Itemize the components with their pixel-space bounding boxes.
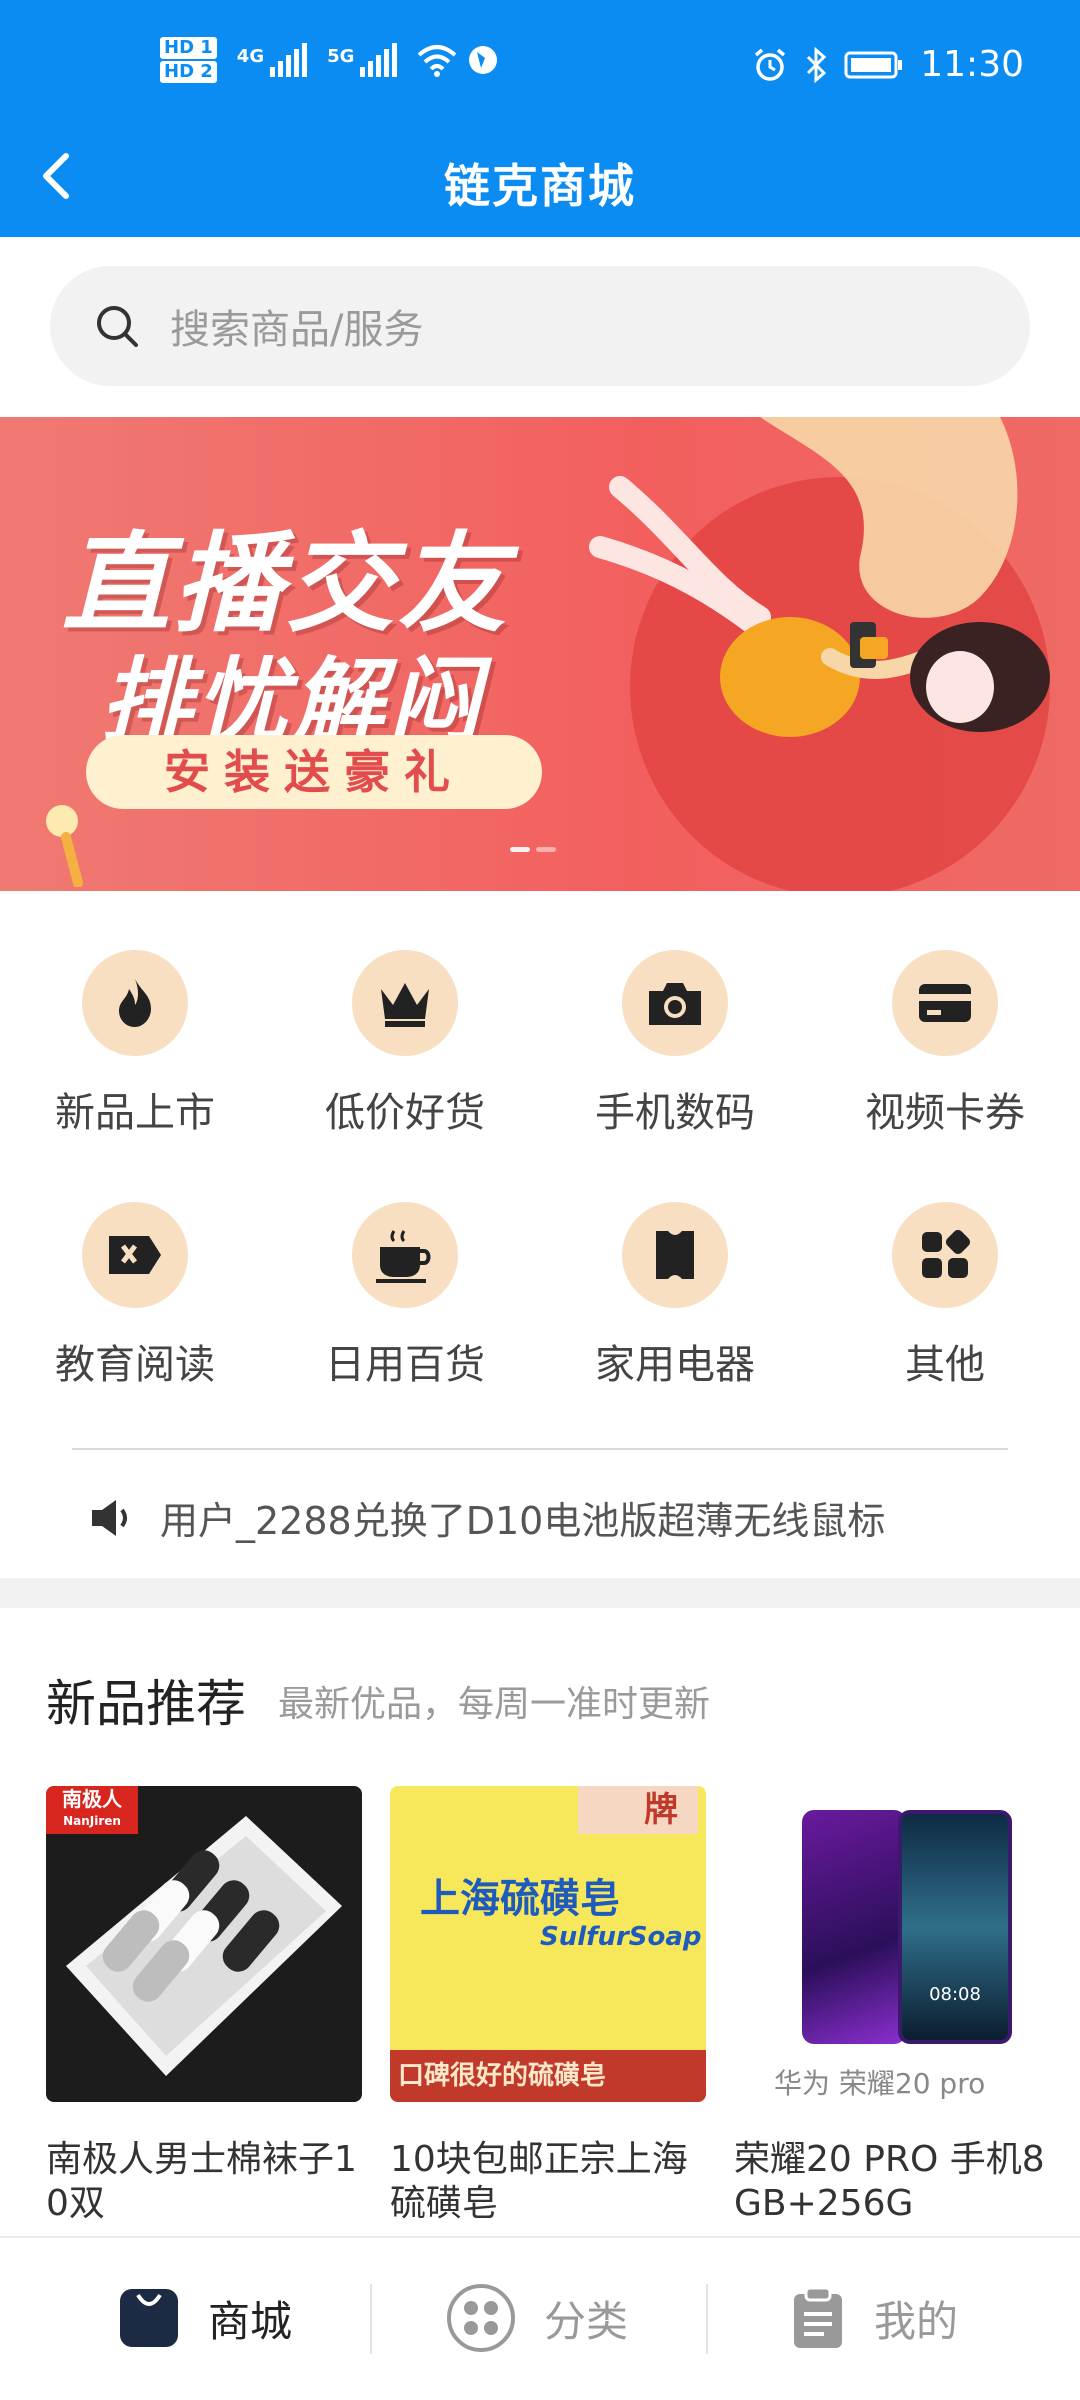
banner-dot: [536, 847, 556, 852]
socks-box-illustration: [66, 1816, 342, 2076]
category-label: 日用百货: [325, 1342, 485, 1388]
grid-icon: [892, 1202, 998, 1308]
tag-icon: [82, 1202, 188, 1308]
speaker-icon: [92, 1499, 127, 1536]
product-card[interactable]: 南极人 NanJiren 南极人男士棉袜子10双: [46, 1786, 362, 2226]
product-image: 08:08 华为 荣耀20 pro: [734, 1786, 1050, 2102]
category-new[interactable]: 新品上市: [0, 950, 270, 1138]
category-label: 其他: [905, 1342, 985, 1388]
camera-icon: [622, 950, 728, 1056]
signal-1-icon: [270, 43, 308, 77]
section-subtitle: 最新优品，每周一准时更新: [278, 1684, 711, 1725]
bag-icon: [120, 2289, 178, 2347]
section-title: 新品推荐: [46, 1675, 246, 1733]
cup-icon: [352, 1202, 458, 1308]
category-coupons[interactable]: 视频卡券: [810, 950, 1080, 1138]
promo-banner[interactable]: 直播交友 排忧解闷 安装送豪礼: [0, 417, 1080, 891]
category-digital[interactable]: 手机数码: [540, 950, 810, 1138]
announcement-text: 用户_2288兑换了D10电池版超薄无线鼠标: [160, 1499, 886, 1543]
title-bar: 链克商城: [0, 120, 1080, 237]
hd1-label: HD 1: [160, 37, 217, 59]
search-input[interactable]: 搜索商品/服务: [50, 266, 1030, 386]
hd-indicator: HD 1 HD 2: [160, 36, 217, 84]
header: HD 1 HD 2 4G 5G 11:30 链克商城: [0, 0, 1080, 237]
status-bar: HD 1 HD 2 4G 5G 11:30: [0, 0, 1080, 120]
category-daily[interactable]: 日用百货: [270, 1202, 540, 1390]
status-right: 11:30: [752, 44, 1024, 85]
banner-illustration: [589, 417, 1050, 737]
product-card[interactable]: 牌 上海硫磺皂 SulfurSoap 口碑很好的硫磺皂 10块包邮正宗上海硫磺皂: [390, 1786, 706, 2226]
network-type-2: 5G: [327, 46, 355, 67]
package-title: 上海硫磺皂: [420, 1876, 620, 1922]
bluetooth-icon: [807, 46, 827, 83]
tab-mine[interactable]: 我的: [790, 2278, 958, 2358]
fire-icon: [82, 950, 188, 1056]
package-en: SulfurSoap: [540, 1922, 702, 1952]
network-type-1: 4G: [236, 46, 265, 67]
tab-category[interactable]: 分类: [446, 2278, 628, 2358]
search-icon: [97, 306, 138, 347]
product-caption: 华为 荣耀20 pro: [774, 2067, 986, 2100]
category-icon: [447, 2284, 515, 2352]
announcement-bar[interactable]: 用户_2288兑换了D10电池版超薄无线鼠标: [88, 1490, 885, 1545]
battery-icon: [844, 51, 903, 78]
tab-separator: [706, 2284, 708, 2354]
banner-pagination: [510, 847, 556, 852]
hd2-label: HD 2: [160, 61, 217, 83]
signal-2-icon: [360, 43, 398, 77]
app-root: HD 1 HD 2 4G 5G 11:30 链克商城 搜索商品/服务 直播交友 …: [0, 0, 1080, 2400]
package-band: 口碑很好的硫磺皂: [390, 2050, 706, 2102]
tab-label: 商城: [208, 2296, 293, 2346]
product-name: 10块包邮正宗上海硫磺皂: [390, 2139, 688, 2224]
category-label: 视频卡券: [865, 1090, 1025, 1136]
product-image: 南极人 NanJiren: [46, 1786, 362, 2102]
tab-mall[interactable]: 商城: [118, 2278, 292, 2358]
card-icon: [892, 950, 998, 1056]
clipboard-icon: [794, 2286, 842, 2348]
alarm-icon: [755, 48, 786, 81]
tab-label: 我的: [874, 2296, 959, 2346]
package-tag: 牌: [578, 1786, 698, 1834]
product-name: 荣耀20 PRO 手机8GB+256G: [734, 2139, 1045, 2224]
category-label: 教育阅读: [55, 1342, 215, 1388]
section-separator: [0, 1578, 1080, 1608]
category-other[interactable]: 其他: [810, 1202, 1080, 1390]
category-label: 家用电器: [595, 1342, 755, 1388]
divider: [72, 1448, 1008, 1450]
bottom-nav: 商城 分类 我的: [0, 2236, 1080, 2400]
product-card[interactable]: 08:08 华为 荣耀20 pro 荣耀20 PRO 手机8GB+256G: [734, 1786, 1050, 2226]
status-left: HD 1 HD 2 4G 5G: [160, 36, 499, 84]
category-label: 低价好货: [325, 1090, 485, 1136]
category-bargain[interactable]: 低价好货: [270, 950, 540, 1138]
product-name: 南极人男士棉袜子10双: [46, 2139, 357, 2224]
category-label: 手机数码: [595, 1090, 755, 1136]
phone-time: 08:08: [929, 1984, 981, 2005]
tab-label: 分类: [544, 2296, 629, 2346]
banner-dot: [510, 847, 530, 852]
page-title: 链克商城: [444, 159, 636, 213]
tab-separator: [370, 2284, 372, 2354]
crown-icon: [352, 950, 458, 1056]
vpn-icon: [469, 46, 498, 74]
status-time: 11:30: [920, 44, 1024, 85]
banner-cta-button[interactable]: 安装送豪礼: [86, 735, 542, 809]
product-image: 牌 上海硫磺皂 SulfurSoap 口碑很好的硫磺皂: [390, 1786, 706, 2102]
category-education[interactable]: 教育阅读: [0, 1202, 270, 1390]
search-placeholder: 搜索商品/服务: [170, 307, 424, 353]
ticket-icon: [622, 1202, 728, 1308]
microphone-icon: [46, 805, 83, 887]
category-appliances[interactable]: 家用电器: [540, 1202, 810, 1390]
wifi-icon: [418, 45, 457, 77]
category-label: 新品上市: [55, 1090, 215, 1136]
